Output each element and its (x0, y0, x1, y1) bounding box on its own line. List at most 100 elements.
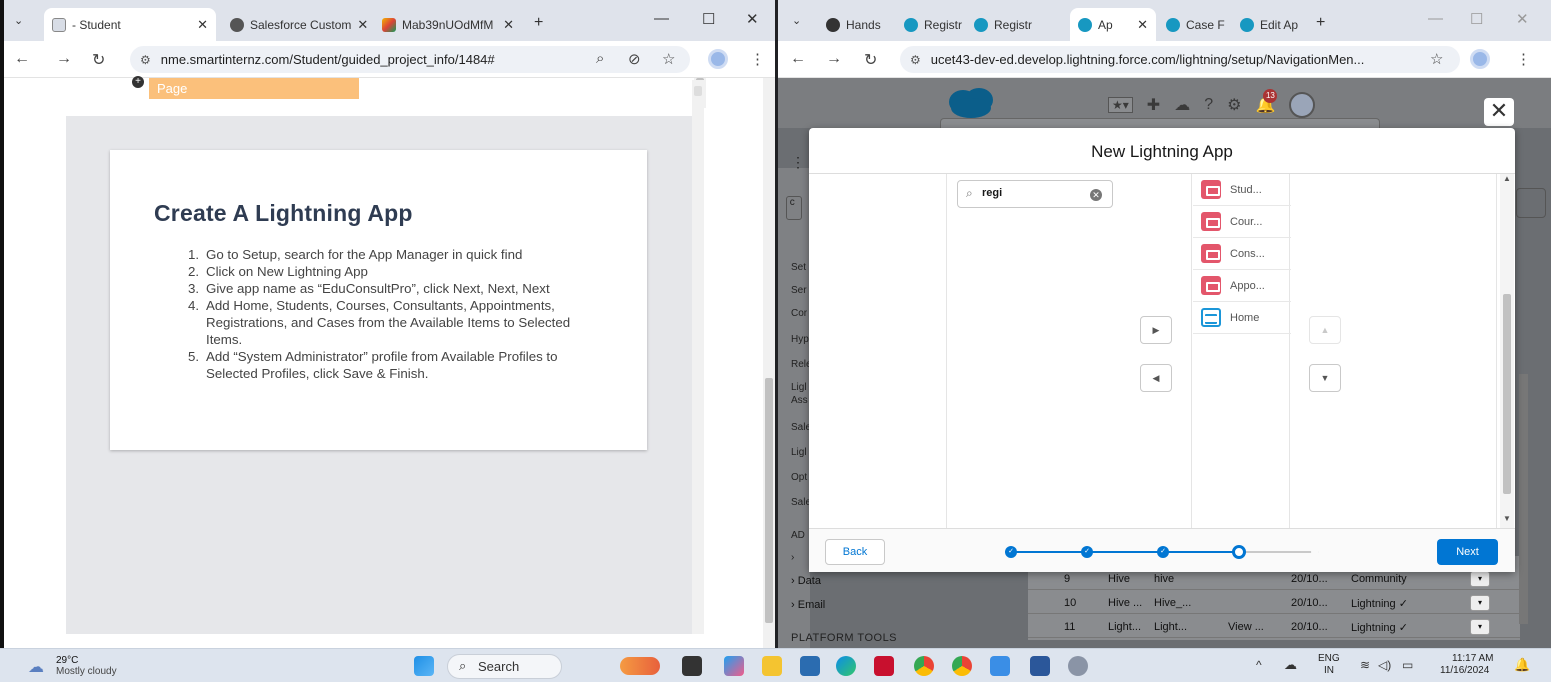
sidebar-item[interactable]: Ligl (791, 447, 807, 458)
maximize-icon[interactable]: ☐ (1470, 10, 1483, 28)
eye-off-icon[interactable]: ⊘ (628, 50, 641, 68)
back-button[interactable]: Back (825, 539, 885, 565)
help-question-icon[interactable]: ? (1204, 96, 1213, 114)
onedrive-cloud-icon[interactable]: ☁ (1284, 657, 1297, 673)
copilot-icon[interactable] (724, 656, 744, 676)
move-right-button[interactable]: ▶ (1140, 316, 1172, 344)
sidebar-item[interactable]: Cor (791, 308, 807, 319)
address-bar[interactable]: ⚙ ucet43-dev-ed.develop.lightning.force.… (900, 46, 1460, 73)
tab-student[interactable]: - Student ✕ (44, 8, 216, 41)
menu-dots-icon[interactable]: ⋮ (1516, 50, 1531, 68)
sidebar-item[interactable]: Set (791, 262, 806, 273)
file-explorer-icon[interactable] (762, 656, 782, 676)
site-info-icon[interactable]: ⚙ (910, 53, 921, 67)
available-items-search-input[interactable]: ⌕ regi ✕ (957, 180, 1113, 208)
battery-icon[interactable]: ▭ (1402, 658, 1413, 672)
bookmark-star-icon[interactable]: ☆ (662, 50, 675, 68)
tab-case[interactable]: Case F (1158, 8, 1228, 41)
close-modal-icon[interactable]: ✕ (1484, 98, 1514, 126)
move-left-button[interactable]: ◀ (1140, 364, 1172, 392)
chrome-browser-icon[interactable] (914, 656, 934, 676)
back-arrow-icon[interactable]: ← (14, 50, 30, 68)
tab-ap[interactable]: Ap ✕ (1070, 8, 1156, 41)
selected-item[interactable]: Appo... (1193, 270, 1291, 302)
forward-arrow-icon[interactable]: → (826, 50, 842, 68)
sidebar-item[interactable]: Ligl (791, 382, 807, 393)
row-action-dropdown[interactable]: ▾ (1470, 595, 1490, 611)
new-tab-icon[interactable]: + (534, 14, 543, 32)
taskbar-search[interactable]: ⌕ Search (447, 654, 562, 679)
tab-mab39[interactable]: Mab39nUOdMfM ✕ (374, 8, 522, 41)
selected-item[interactable]: Home (1193, 302, 1291, 334)
modal-scrollbar[interactable]: ▲ ▼ (1500, 174, 1514, 528)
photos-icon[interactable] (990, 656, 1010, 676)
sidebar-item[interactable]: Opt (791, 472, 807, 483)
sidebar-item-email[interactable]: › Email (791, 599, 825, 611)
settings-gear-icon[interactable] (1068, 656, 1088, 676)
site-info-icon[interactable]: ⚙ (140, 53, 151, 67)
trailhead-icon[interactable]: ☁ (1174, 95, 1190, 115)
tab-search-icon[interactable]: ⌄ (792, 14, 801, 27)
tab-edit-ap[interactable]: Edit Ap (1232, 8, 1304, 41)
language-code[interactable]: ENG (1318, 653, 1340, 664)
panel-scrollbar[interactable] (692, 80, 704, 634)
reload-icon[interactable]: ↻ (92, 50, 105, 70)
close-tab-icon[interactable]: ✕ (503, 17, 514, 33)
app-launcher-icon[interactable]: ⋮ (791, 154, 805, 171)
close-window-icon[interactable]: ✕ (1516, 10, 1529, 28)
row-action-dropdown[interactable]: ▾ (1470, 571, 1490, 587)
profile-avatar[interactable] (1470, 49, 1490, 69)
maximize-icon[interactable]: ☐ (702, 10, 715, 28)
new-tab-icon[interactable]: + (1316, 14, 1325, 32)
notification-bell-icon[interactable]: 🔔 13 (1255, 89, 1278, 115)
user-avatar[interactable] (1289, 92, 1316, 118)
mcafee-icon[interactable] (874, 656, 894, 676)
menu-dots-icon[interactable]: ⋮ (750, 50, 765, 68)
tab-hands[interactable]: Hands (818, 8, 892, 41)
move-up-button[interactable]: ▲ (1309, 316, 1341, 344)
reload-icon[interactable]: ↻ (864, 50, 877, 70)
volume-icon[interactable]: ◁) (1378, 658, 1391, 672)
next-button[interactable]: Next (1437, 539, 1498, 565)
clear-search-icon[interactable]: ✕ (1090, 189, 1102, 201)
add-plus-icon[interactable]: ✚ (1147, 95, 1160, 115)
profile-avatar[interactable] (708, 49, 728, 69)
tab-registr-2[interactable]: Registr (966, 8, 1032, 41)
tab-salesforce-custom[interactable]: Salesforce Custom ✕ (222, 8, 368, 41)
clock-time[interactable]: 11:17 AM (1452, 653, 1494, 664)
sidebar-item[interactable]: Sale (791, 497, 811, 508)
bookmark-star-icon[interactable]: ☆ (1430, 50, 1443, 68)
move-down-button[interactable]: ▼ (1309, 364, 1341, 392)
word-icon[interactable] (1030, 656, 1050, 676)
selected-item[interactable]: Cour... (1193, 206, 1291, 238)
windows-start-icon[interactable] (414, 656, 434, 676)
edge-browser-icon[interactable] (836, 656, 856, 676)
tab-registr-1[interactable]: Registr (896, 8, 962, 41)
minimize-icon[interactable]: — (1428, 10, 1443, 27)
store-icon[interactable] (800, 656, 820, 676)
close-tab-icon[interactable]: ✕ (357, 17, 368, 33)
sidebar-expand-icon[interactable]: › (791, 552, 794, 563)
wifi-icon[interactable]: ≋ (1360, 658, 1370, 672)
background-scrollbar[interactable] (1519, 374, 1528, 624)
page-scrollbar[interactable] (763, 78, 775, 648)
back-arrow-icon[interactable]: ← (790, 50, 806, 68)
notification-bell-icon[interactable]: 🔔 (1514, 657, 1530, 673)
selected-item[interactable]: Cons... (1193, 238, 1291, 270)
sidebar-item[interactable]: Sale (791, 422, 811, 433)
address-bar[interactable]: ⚙ nme.smartinternz.com/Student/guided_pr… (130, 46, 690, 73)
show-hidden-icons-chevron-icon[interactable]: ^ (1256, 658, 1262, 672)
close-tab-icon[interactable]: ✕ (1137, 17, 1148, 33)
tab-search-icon[interactable]: ⌄ (14, 14, 23, 27)
favorites-star-icon[interactable]: ★▾ (1108, 97, 1133, 113)
task-view-icon[interactable] (682, 656, 702, 676)
sidebar-item[interactable]: Ser (791, 285, 807, 296)
close-window-icon[interactable]: ✕ (746, 10, 759, 28)
close-tab-icon[interactable]: ✕ (197, 17, 208, 33)
sidebar-item-data[interactable]: › Data (791, 575, 821, 587)
sidebar-item[interactable]: Ass (791, 395, 808, 406)
news-widget-icon[interactable] (620, 657, 660, 675)
chrome-browser-icon-2[interactable] (952, 656, 972, 676)
zoom-icon[interactable]: ⌕ (596, 50, 604, 67)
quick-find-box[interactable]: c (786, 196, 802, 220)
